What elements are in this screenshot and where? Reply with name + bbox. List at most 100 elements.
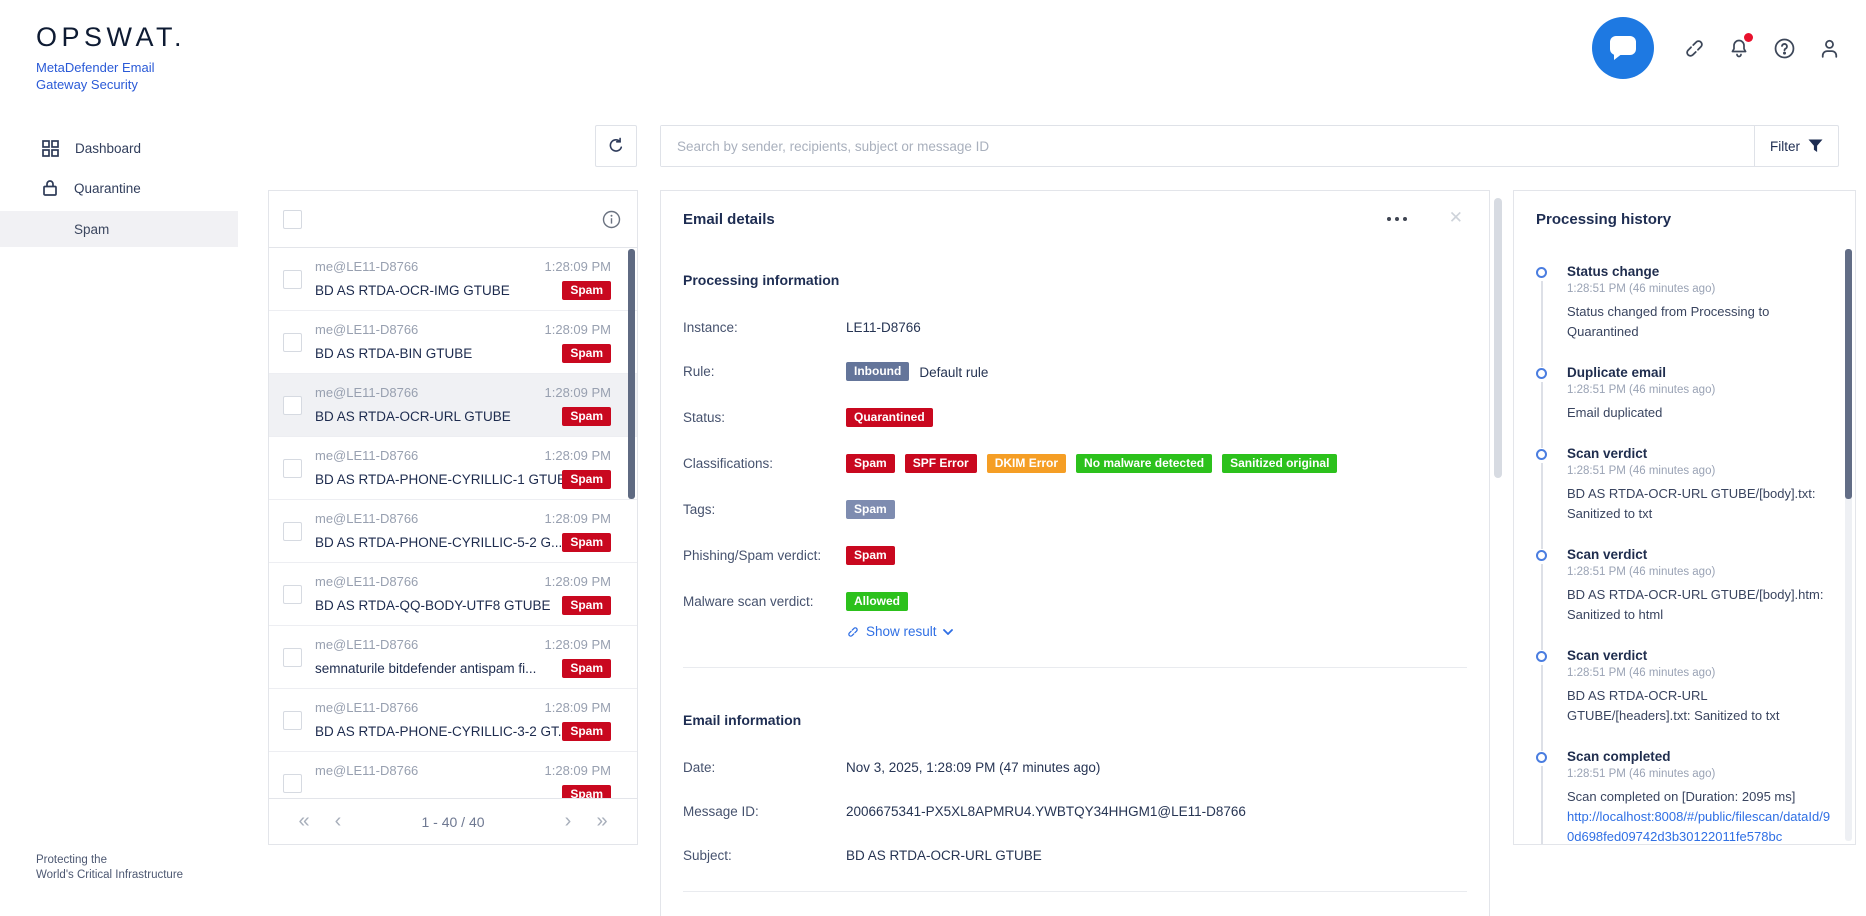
list-scrollbar-thumb[interactable] — [628, 249, 635, 499]
sidebar: Dashboard Quarantine Spam — [0, 128, 238, 247]
phishing-verdict-badge: Spam — [846, 546, 895, 565]
row-checkbox[interactable] — [283, 774, 302, 793]
email-sender: me@LE11-D8766 — [315, 511, 419, 526]
row-checkbox[interactable] — [283, 648, 302, 667]
email-list-item[interactable]: me@LE11-D8766 1:28:09 PM BD AS RTDA-PHONE… — [269, 500, 637, 563]
email-subject: BD AS RTDA-OCR-URL GTUBE — [315, 409, 511, 424]
row-checkbox[interactable] — [283, 396, 302, 415]
sidebar-item-dashboard[interactable]: Dashboard — [0, 128, 238, 168]
email-time: 1:28:09 PM — [544, 511, 612, 526]
row-checkbox[interactable] — [283, 585, 302, 604]
details-scrollbar-thumb[interactable] — [1494, 198, 1502, 478]
email-subject: BD AS RTDA-PHONE-CYRILLIC-5-2 G... — [315, 535, 563, 550]
email-subject: BD AS RTDA-QQ-BODY-UTF8 GTUBE — [315, 598, 551, 613]
email-list-item[interactable]: me@LE11-D8766 1:28:09 PM BD AS RTDA-QQ-BO… — [269, 563, 637, 626]
email-list-item[interactable]: me@LE11-D8766 1:28:09 PM BD AS RTDA-BIN G… — [269, 311, 637, 374]
first-page-button[interactable]: « — [287, 810, 321, 833]
email-time: 1:28:09 PM — [544, 322, 612, 337]
rule-value: Default rule — [919, 365, 989, 380]
history-timeline: Status change 1:28:51 PM (46 minutes ago… — [1536, 264, 1833, 844]
refresh-icon — [609, 137, 623, 152]
filter-button[interactable]: Filter — [1754, 126, 1838, 166]
pagination-range: 1 - 40 / 40 — [421, 813, 485, 830]
chat-button[interactable] — [1592, 17, 1654, 79]
history-entry: Scan completed 1:28:51 PM (46 minutes ag… — [1536, 749, 1833, 844]
more-actions-button[interactable] — [1387, 217, 1407, 221]
email-subject: BD AS RTDA-PHONE-CYRILLIC-3-2 GT... — [315, 724, 563, 739]
filter-funnel-icon — [1808, 139, 1823, 152]
history-title: Processing history — [1536, 211, 1672, 228]
row-checkbox[interactable] — [283, 711, 302, 730]
prev-page-button[interactable]: ‹ — [321, 810, 355, 833]
phishing-verdict-row: Phishing/Spam verdict: Spam — [683, 546, 1467, 565]
section-divider — [683, 667, 1467, 668]
details-title: Email details — [683, 211, 775, 228]
email-list-item-selected[interactable]: me@LE11-D8766 1:28:09 PM BD AS RTDA-OCR-U… — [269, 374, 637, 437]
sidebar-item-quarantine[interactable]: Quarantine — [0, 168, 238, 208]
email-time: 1:28:09 PM — [544, 385, 612, 400]
row-checkbox[interactable] — [283, 459, 302, 478]
email-time: 1:28:09 PM — [544, 763, 612, 778]
footer-tagline: Protecting the World's Critical Infrastr… — [36, 854, 184, 881]
select-all-checkbox[interactable] — [283, 210, 302, 229]
email-sender: me@LE11-D8766 — [315, 574, 419, 589]
refresh-button[interactable] — [595, 125, 637, 167]
message-id-row: Message ID: 2006675341-PX5XL8APMRU4.YWBT… — [683, 804, 1246, 819]
message-id-value: 2006675341-PX5XL8APMRU4.YWBTQY34HHGM1@LE… — [846, 804, 1246, 819]
email-sender: me@LE11-D8766 — [315, 448, 419, 463]
row-checkbox[interactable] — [283, 270, 302, 289]
email-subject: BD AS RTDA-OCR-IMG GTUBE — [315, 283, 510, 298]
help-icon[interactable] — [1771, 35, 1797, 61]
product-name: MetaDefender Email Gateway Security — [36, 60, 155, 92]
sidebar-item-spam[interactable]: Spam — [0, 211, 238, 247]
status-row: Status: Quarantined — [683, 408, 1467, 427]
date-value: Nov 3, 2025, 1:28:09 PM (47 minutes ago) — [846, 760, 1101, 775]
classification-badge: Spam — [846, 454, 895, 473]
next-page-button[interactable]: › — [551, 810, 585, 833]
timeline-dot-icon — [1536, 651, 1547, 662]
email-list-item[interactable]: me@LE11-D8766 1:28:09 PM BD AS RTDA-PHONE… — [269, 437, 637, 500]
spam-badge: Spam — [562, 596, 611, 615]
notifications-bell-icon[interactable] — [1726, 33, 1753, 61]
header-icons — [1592, 0, 1842, 96]
tags-row: Tags: Spam — [683, 500, 1467, 519]
email-time: 1:28:09 PM — [544, 700, 612, 715]
history-scrollbar[interactable] — [1845, 249, 1852, 841]
history-entry: Scan verdict 1:28:51 PM (46 minutes ago)… — [1536, 446, 1833, 549]
email-details-panel: Email details ✕ Processing information I… — [660, 190, 1490, 916]
email-time: 1:28:09 PM — [544, 637, 612, 652]
show-result-link[interactable]: Show result — [846, 624, 1467, 639]
notification-badge — [1744, 33, 1753, 42]
email-list-item[interactable]: me@LE11-D8766 1:28:09 PM BD AS RTDA-PHONE… — [269, 689, 637, 752]
last-page-button[interactable]: » — [585, 810, 619, 833]
instance-row: Instance: LE11-D8766 — [683, 320, 921, 335]
chevron-down-icon — [942, 628, 953, 635]
email-sender: me@LE11-D8766 — [315, 385, 419, 400]
history-entry: Duplicate email 1:28:51 PM (46 minutes a… — [1536, 365, 1833, 448]
email-list-item[interactable]: me@LE11-D8766 1:28:09 PM BD AS RTDA-OCR-I… — [269, 248, 637, 311]
email-sender: me@LE11-D8766 — [315, 322, 419, 337]
email-sender: me@LE11-D8766 — [315, 637, 419, 652]
history-scrollbar-thumb[interactable] — [1845, 249, 1852, 499]
malware-verdict-row: Malware scan verdict: Allowed — [683, 592, 1467, 611]
row-checkbox[interactable] — [283, 522, 302, 541]
dashboard-grid-icon — [42, 139, 59, 157]
classification-badge: No malware detected — [1076, 454, 1213, 473]
email-rows: me@LE11-D8766 1:28:09 PM BD AS RTDA-OCR-I… — [269, 248, 637, 815]
user-profile-icon[interactable] — [1816, 35, 1842, 61]
link-icon[interactable] — [1681, 35, 1707, 61]
search-input[interactable] — [661, 126, 1754, 166]
spam-badge: Spam — [562, 659, 611, 678]
link-icon — [848, 626, 858, 637]
date-row: Date: Nov 3, 2025, 1:28:09 PM (47 minute… — [683, 760, 1101, 775]
email-list-item[interactable]: me@LE11-D8766 1:28:09 PM semnaturile bitd… — [269, 626, 637, 689]
email-subject: BD AS RTDA-BIN GTUBE — [315, 346, 473, 361]
filescan-result-link[interactable]: http://localhost:8008/#/public/filescan/… — [1567, 807, 1833, 844]
close-icon[interactable]: ✕ — [1449, 208, 1463, 228]
row-checkbox[interactable] — [283, 333, 302, 352]
history-entry: Scan verdict 1:28:51 PM (46 minutes ago)… — [1536, 547, 1833, 650]
subject-value: BD AS RTDA-OCR-URL GTUBE — [846, 848, 1042, 863]
brand-logo: OPSWAT. MetaDefender Email Gateway Secur… — [36, 22, 186, 93]
info-icon[interactable] — [602, 210, 621, 234]
classification-badge: Sanitized original — [1222, 454, 1338, 473]
